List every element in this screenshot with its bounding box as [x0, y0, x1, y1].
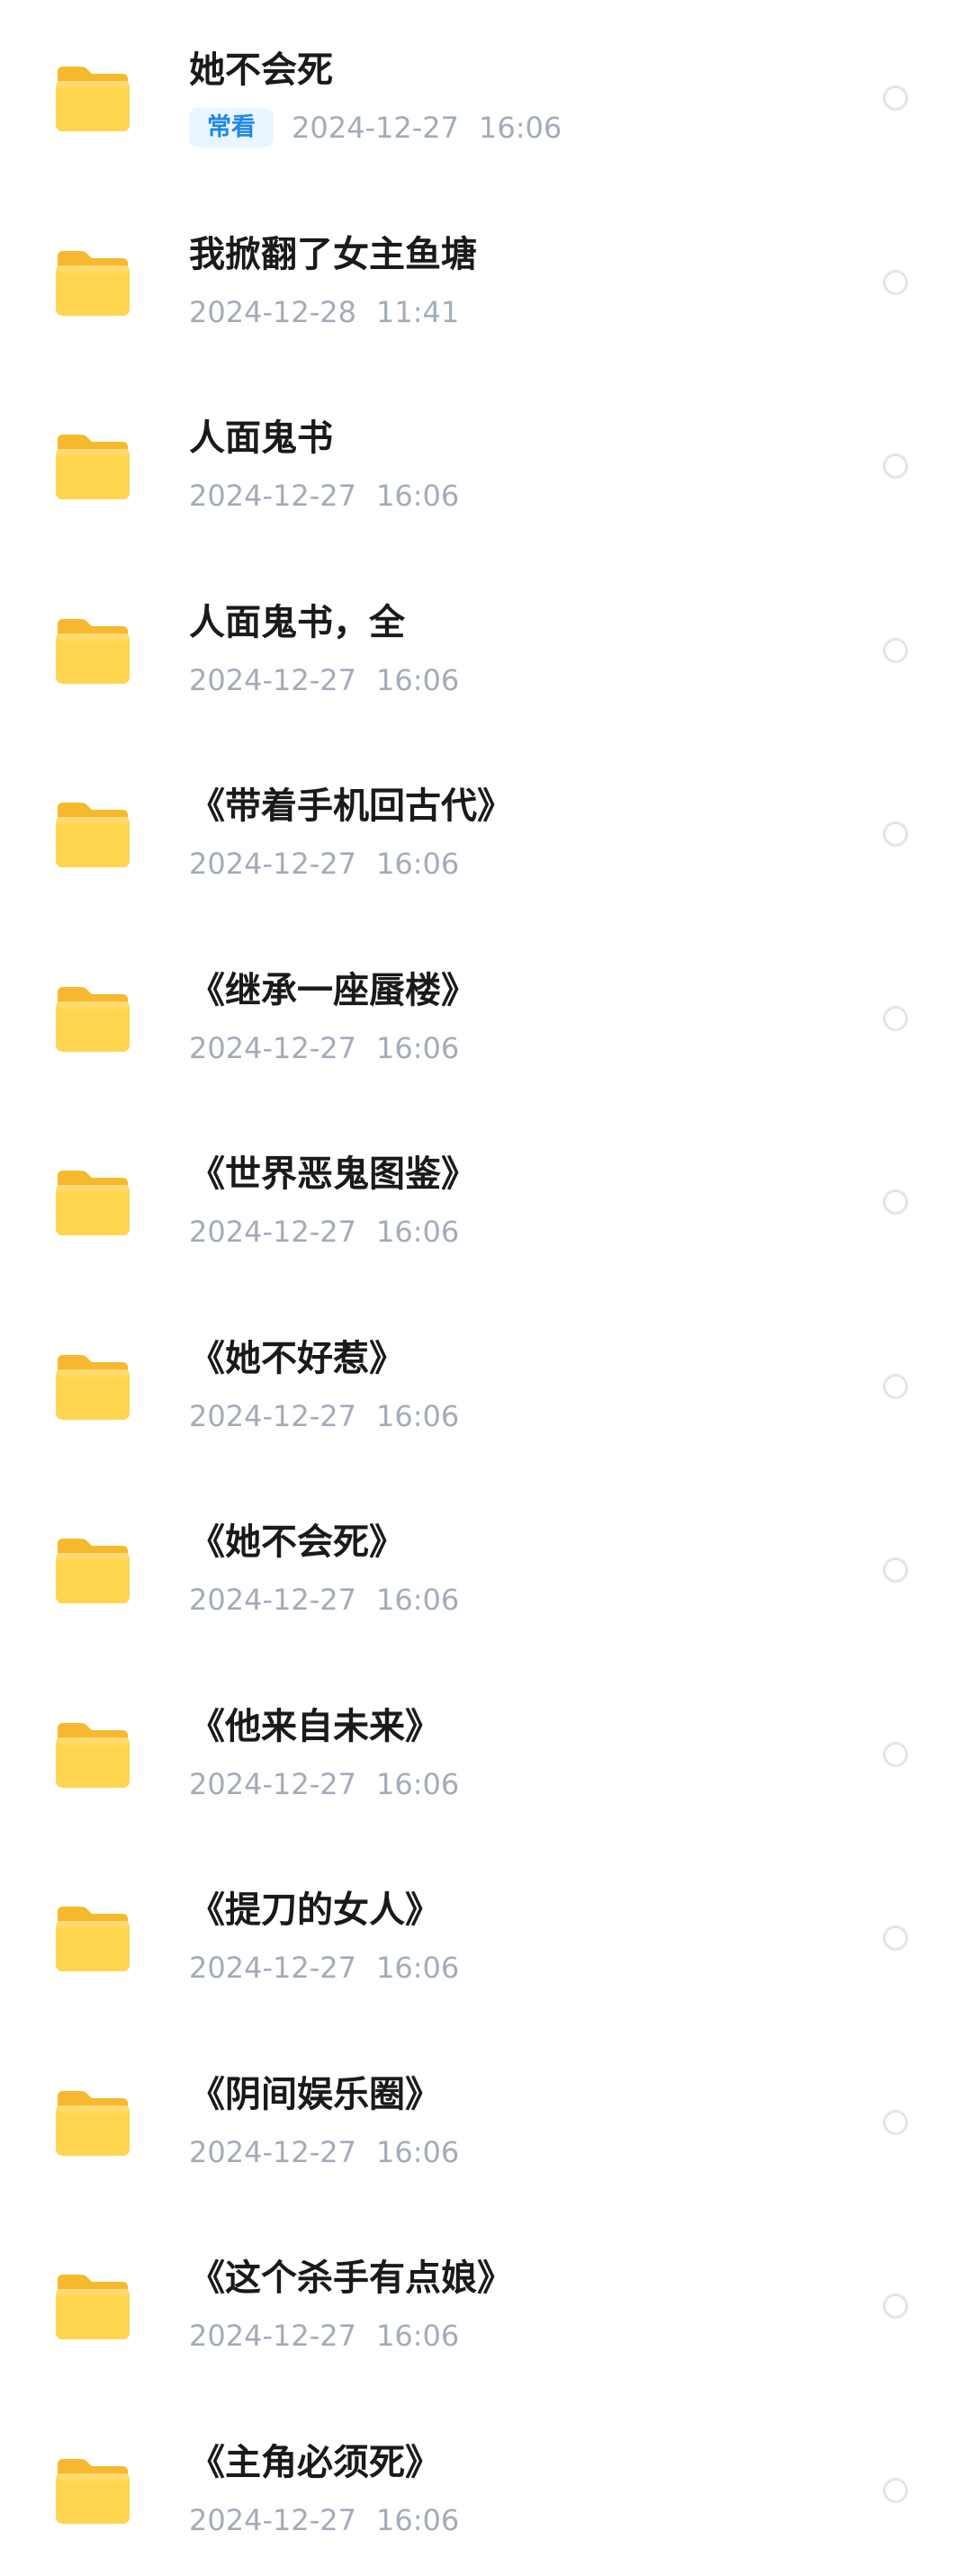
folder-icon — [54, 1169, 131, 1237]
file-meta: 2024-12-27 16:06 — [189, 2129, 459, 2176]
file-name: 《阴间娱乐圈》 — [189, 2073, 441, 2115]
file-name: 《这个杀手有点娘》 — [189, 2257, 513, 2299]
file-meta: 2024-12-27 16:06 — [189, 1208, 459, 1255]
file-meta: 2024-12-27 16:06 — [189, 1576, 459, 1623]
select-circle-icon[interactable] — [883, 1189, 908, 1215]
file-row[interactable]: 《他来自未来》 2024-12-27 16:06 — [0, 1656, 972, 1840]
select-circle-icon[interactable] — [883, 2293, 908, 2319]
file-meta: 2024-12-27 16:06 — [189, 1761, 459, 1808]
file-name: 我掀翻了女主鱼塘 — [189, 233, 477, 275]
file-meta: 2024-12-27 16:06 — [189, 2312, 459, 2359]
file-name: 《她不会死》 — [189, 1521, 405, 1563]
file-row[interactable]: 我掀翻了女主鱼塘 2024-12-28 11:41 — [0, 184, 972, 368]
file-date: 2024-12-27 — [189, 1951, 356, 1985]
folder-icon — [54, 2273, 131, 2341]
select-circle-icon[interactable] — [883, 637, 908, 663]
file-date: 2024-12-28 — [189, 294, 356, 329]
select-circle-icon[interactable] — [883, 1373, 908, 1399]
file-row[interactable]: 《阴间娱乐圈》 2024-12-27 16:06 — [0, 2024, 972, 2208]
file-row[interactable]: 《主角必须死》 2024-12-27 16:06 — [0, 2392, 972, 2576]
folder-icon — [54, 1721, 131, 1790]
file-meta: 2024-12-27 16:06 — [189, 2497, 459, 2544]
select-circle-icon[interactable] — [883, 1925, 908, 1951]
file-date: 2024-12-27 — [189, 1766, 356, 1801]
file-date: 2024-12-27 — [189, 1030, 356, 1065]
file-row[interactable]: 《她不会死》 2024-12-27 16:06 — [0, 1472, 972, 1656]
file-date: 2024-12-27 — [189, 847, 356, 881]
file-time: 16:06 — [375, 1951, 460, 1985]
file-time: 16:06 — [375, 847, 460, 881]
folder-icon — [54, 1353, 131, 1422]
folder-icon — [54, 985, 131, 1054]
file-meta: 2024-12-27 16:06 — [189, 840, 459, 887]
file-name: 《她不好惹》 — [189, 1337, 405, 1379]
file-date: 2024-12-27 — [292, 111, 459, 145]
file-time: 16:06 — [375, 662, 460, 697]
file-name: 《继承一座蜃楼》 — [189, 969, 477, 1011]
file-row[interactable]: 《世界恶鬼图鉴》 2024-12-27 16:06 — [0, 1104, 972, 1288]
file-name: 《世界恶鬼图鉴》 — [189, 1153, 477, 1195]
file-time: 16:06 — [478, 111, 562, 145]
file-name: 《他来自未来》 — [189, 1705, 441, 1747]
file-name: 她不会死 — [189, 49, 333, 91]
file-name: 人面鬼书 — [189, 417, 333, 459]
file-name: 人面鬼书，全 — [189, 601, 405, 643]
file-date: 2024-12-27 — [189, 479, 356, 513]
file-meta: 2024-12-27 16:06 — [189, 1944, 459, 1991]
select-circle-icon[interactable] — [883, 1741, 908, 1767]
file-date: 2024-12-27 — [189, 2319, 356, 2353]
file-row[interactable]: 《这个杀手有点娘》 2024-12-27 16:06 — [0, 2208, 972, 2392]
file-date: 2024-12-27 — [189, 1583, 356, 1617]
file-date: 2024-12-27 — [189, 662, 356, 697]
select-circle-icon[interactable] — [883, 2477, 908, 2503]
folder-icon — [54, 65, 131, 133]
file-time: 16:06 — [375, 2134, 460, 2169]
file-row[interactable]: 《带着手机回古代》 2024-12-27 16:06 — [0, 736, 972, 920]
frequent-badge: 常看 — [189, 108, 274, 148]
file-date: 2024-12-27 — [189, 1215, 356, 1249]
select-circle-icon[interactable] — [883, 453, 908, 479]
select-circle-icon[interactable] — [883, 269, 908, 295]
file-name: 《主角必须死》 — [189, 2441, 441, 2483]
folder-icon — [54, 249, 131, 318]
file-row[interactable]: 《她不好惹》 2024-12-27 16:06 — [0, 1288, 972, 1472]
file-time: 11:41 — [375, 294, 460, 329]
folder-icon — [54, 617, 131, 686]
file-row[interactable]: 《继承一座蜃楼》 2024-12-27 16:06 — [0, 920, 972, 1104]
file-time: 16:06 — [375, 1583, 460, 1617]
file-time: 16:06 — [375, 1215, 460, 1249]
file-time: 16:06 — [375, 479, 460, 513]
file-date: 2024-12-27 — [189, 2502, 356, 2537]
file-meta: 2024-12-27 16:06 — [189, 1393, 459, 1440]
folder-icon — [54, 2089, 131, 2158]
file-meta: 2024-12-28 11:41 — [189, 289, 459, 336]
file-time: 16:06 — [375, 1030, 460, 1065]
file-row[interactable]: 《提刀的女人》 2024-12-27 16:06 — [0, 1840, 972, 2024]
folder-icon — [54, 433, 131, 501]
folder-icon — [54, 1537, 131, 1605]
folder-icon — [54, 1905, 131, 1973]
file-row[interactable]: 人面鬼书 2024-12-27 16:06 — [0, 368, 972, 552]
select-circle-icon[interactable] — [883, 2109, 908, 2135]
file-date: 2024-12-27 — [189, 1398, 356, 1433]
file-time: 16:06 — [375, 2319, 460, 2353]
file-time: 16:06 — [375, 2502, 460, 2537]
folder-icon — [54, 2457, 131, 2526]
file-row[interactable]: 人面鬼书，全 2024-12-27 16:06 — [0, 552, 972, 736]
select-circle-icon[interactable] — [883, 1557, 908, 1583]
file-meta: 2024-12-27 16:06 — [189, 1025, 459, 1072]
select-circle-icon[interactable] — [883, 1005, 908, 1031]
select-circle-icon[interactable] — [883, 821, 908, 847]
file-row[interactable]: 她不会死 常看 2024-12-27 16:06 — [0, 0, 972, 184]
file-time: 16:06 — [375, 1766, 460, 1801]
file-meta: 2024-12-27 16:06 — [189, 472, 459, 519]
file-name: 《提刀的女人》 — [189, 1889, 441, 1931]
file-name: 《带着手机回古代》 — [189, 785, 513, 827]
file-meta: 2024-12-27 16:06 — [189, 657, 459, 704]
select-circle-icon[interactable] — [883, 85, 908, 111]
folder-icon — [54, 801, 131, 869]
file-date: 2024-12-27 — [189, 2134, 356, 2169]
file-meta: 常看 2024-12-27 16:06 — [189, 104, 562, 151]
file-time: 16:06 — [375, 1398, 460, 1433]
